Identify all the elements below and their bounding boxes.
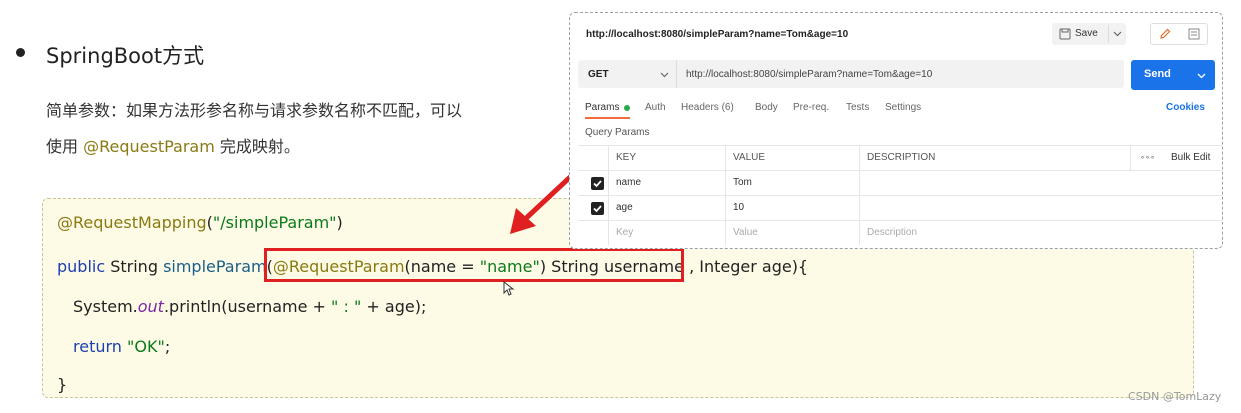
chevron-down-icon[interactable] — [1197, 72, 1206, 80]
row-checkbox[interactable] — [591, 202, 604, 215]
para-text: 完成映射。 — [214, 137, 300, 156]
edit-button[interactable] — [1151, 24, 1179, 44]
save-label: Save — [1075, 28, 1098, 39]
save-icon — [1059, 28, 1071, 40]
pencil-icon — [1160, 28, 1171, 39]
url-bar: GET http://localhost:8080/simpleParam?na… — [578, 60, 1124, 88]
tab-auth[interactable]: Auth — [645, 102, 666, 113]
code-keyword: return — [73, 337, 122, 356]
chevron-down-icon[interactable] — [660, 71, 669, 79]
code-text: ; — [164, 337, 171, 356]
method-select[interactable]: GET — [588, 69, 609, 80]
cookies-link[interactable]: Cookies — [1166, 102, 1205, 113]
column-header-value: VALUE — [733, 152, 766, 163]
tab-prereq[interactable]: Pre-req. — [793, 102, 829, 113]
code-string: " : " — [331, 297, 362, 316]
tab-settings[interactable]: Settings — [885, 102, 921, 113]
checkmark-icon — [593, 205, 602, 213]
table-border — [608, 145, 609, 245]
request-param-highlight: @RequestParam — [83, 137, 215, 156]
document-icon — [1188, 28, 1200, 40]
view-toggle-group — [1150, 23, 1208, 45]
table-border — [578, 145, 1222, 146]
docs-button[interactable] — [1180, 24, 1208, 44]
code-method-name: simpleParam — [163, 257, 267, 276]
more-options-icon[interactable]: ∘∘∘ — [1140, 153, 1155, 162]
table-border — [725, 145, 726, 245]
code-line-3: System.out.println(username + " : " + ag… — [73, 297, 426, 316]
new-description-placeholder[interactable]: Description — [867, 227, 917, 238]
send-button[interactable]: Send — [1131, 60, 1215, 90]
params-active-dot — [624, 105, 630, 111]
paragraph-line-2: 使用 @RequestParam 完成映射。 — [46, 133, 300, 157]
new-value-placeholder[interactable]: Value — [733, 227, 758, 238]
code-text: System. — [73, 297, 138, 316]
tab-body[interactable]: Body — [755, 102, 778, 113]
code-keyword: public — [57, 257, 106, 276]
code-string: "/simpleParam" — [212, 213, 337, 232]
postman-panel: http://localhost:8080/simpleParam?name=T… — [569, 12, 1223, 249]
code-string: "OK" — [121, 337, 165, 356]
table-border — [578, 195, 1222, 196]
chevron-down-icon[interactable] — [1113, 30, 1122, 38]
column-header-description: DESCRIPTION — [867, 152, 936, 163]
paragraph-line-1: 简单参数：如果方法形参名称与请求参数名称不匹配，可以 — [46, 101, 463, 120]
code-text: .println(username + — [163, 297, 332, 316]
new-key-placeholder[interactable]: Key — [616, 227, 633, 238]
code-text: ) — [336, 213, 343, 232]
code-text: String — [105, 257, 164, 276]
column-header-key: KEY — [616, 152, 637, 163]
send-label: Send — [1144, 68, 1171, 80]
mouse-cursor-icon — [503, 281, 515, 296]
highlight-box — [264, 248, 684, 282]
code-field: out — [137, 297, 164, 316]
param-value-cell[interactable]: 10 — [733, 202, 744, 213]
code-annotation: @RequestMapping — [57, 213, 207, 232]
save-button[interactable]: Save — [1052, 23, 1126, 45]
para-text: 使用 — [46, 137, 84, 156]
code-line-1: @RequestMapping("/simpleParam") — [57, 213, 343, 232]
query-params-label: Query Params — [585, 127, 650, 138]
url-input[interactable]: http://localhost:8080/simpleParam?name=T… — [686, 69, 932, 80]
tab-params[interactable]: Params — [585, 102, 619, 113]
divider — [676, 60, 677, 88]
checkmark-icon — [593, 180, 602, 188]
param-value-cell[interactable]: Tom — [733, 177, 752, 188]
table-border — [578, 170, 1222, 171]
request-title: http://localhost:8080/simpleParam?name=T… — [586, 29, 849, 40]
param-key-cell[interactable]: age — [616, 202, 633, 213]
table-border — [859, 145, 860, 245]
row-checkbox[interactable] — [591, 177, 604, 190]
param-key-cell[interactable]: name — [616, 177, 641, 188]
table-border — [578, 220, 1222, 221]
code-line-5: } — [57, 375, 68, 394]
bulk-edit-button[interactable]: Bulk Edit — [1171, 152, 1210, 163]
tab-tests[interactable]: Tests — [846, 102, 869, 113]
tab-headers[interactable]: Headers (6) — [681, 102, 734, 113]
watermark: CSDN @TomLazy — [1128, 390, 1222, 403]
tab-underline — [585, 117, 630, 119]
table-border — [1130, 145, 1131, 170]
divider — [1108, 25, 1109, 43]
code-text: + age); — [361, 297, 427, 316]
bullet-dot — [16, 48, 25, 57]
section-heading: SpringBoot方式 — [46, 44, 205, 68]
code-line-4: return "OK"; — [73, 337, 170, 356]
